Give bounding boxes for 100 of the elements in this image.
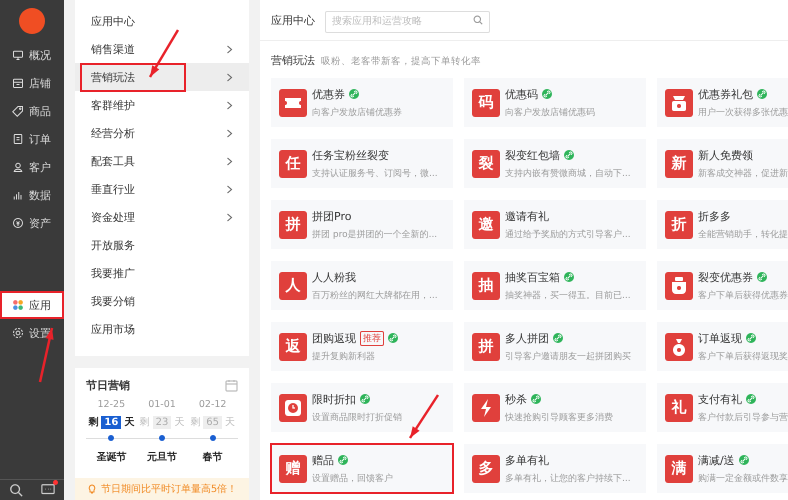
app-name: 秒杀 [505, 392, 527, 406]
app-icon: 人 [279, 272, 307, 300]
app-icon: 拼 [472, 332, 500, 360]
app-card[interactable]: 邀 邀请有礼 通过给予奖励的方式引导客户... [464, 200, 646, 249]
app-description: 设置商品限时打折促销 [312, 412, 402, 424]
app-name: 赠品 [312, 452, 334, 468]
app-description: 新客成交神器，促进新 [698, 168, 788, 180]
app-card[interactable]: 订单返现 客户下单后获得返现奖 [657, 322, 788, 371]
menu-item[interactable]: 配套工具 [75, 147, 249, 175]
app-card[interactable]: 秒杀 快速抢购引导顾客更多消费 [464, 383, 646, 432]
app-card[interactable]: 裂 裂变红包墙 支持内嵌有赞微商城，自动下... [464, 139, 646, 188]
app-icon: 任 [279, 150, 307, 178]
festival-title: 节日营销 [86, 378, 130, 393]
clock-icon [279, 394, 307, 422]
days-left-label: 剩 [88, 416, 98, 429]
app-description: 用户一次获得多张优惠 [698, 106, 788, 118]
annotation-arrow [38, 328, 54, 382]
app-description: 客户下单后获得返现奖 [698, 350, 788, 362]
menu-item[interactable]: 应用市场 [75, 315, 249, 343]
recommend-tag: 推荐 [360, 330, 384, 346]
apps-icon [12, 299, 24, 311]
menu-item[interactable]: 我要分销 [75, 287, 249, 315]
app-name: 人人粉我 [312, 270, 356, 284]
nav-item[interactable]: 订单 [0, 125, 64, 153]
search-field[interactable]: 搜索应用和运营攻略 [325, 10, 490, 32]
app-icon: 抽 [472, 272, 500, 300]
app-card[interactable]: 码 优惠码 向客户发放店铺优惠码 [464, 78, 646, 127]
timeline-dot [108, 435, 114, 441]
app-name: 支付有礼 [698, 392, 742, 406]
tag-icon [12, 105, 24, 117]
monitor-icon [12, 49, 24, 61]
festival-tip: 节日期间比平时订单量高5倍！ [75, 478, 249, 500]
festival-name: 春节 [202, 450, 223, 464]
app-card[interactable]: 返 团购返现 推荐 提升复购新利器 [271, 322, 453, 371]
app-description: 百万粉丝的网红大牌都在用，... [312, 290, 438, 302]
message-icon[interactable] [41, 483, 55, 497]
app-description: 设置赠品，回馈客户 [312, 472, 393, 484]
app-card[interactable]: 满 满减/送 购满一定金额或件数享 [657, 444, 788, 493]
app-card[interactable]: 赠 赠品 设置赠品，回馈客户 [271, 444, 453, 493]
app-name: 多人拼团 [505, 330, 549, 346]
app-icon: 礼 [665, 394, 693, 422]
lightbulb-icon [86, 484, 97, 494]
app-card[interactable]: 新 新人免费领 新客成交神器，促进新 [657, 139, 788, 188]
search-icon[interactable] [9, 483, 23, 497]
days-left-label: 剩 [190, 416, 200, 429]
app-card[interactable]: 人 人人粉我 百万粉丝的网红大牌都在用，... [271, 261, 453, 310]
app-card[interactable]: 抽 抽奖百宝箱 抽奖神器，买一得五。目前已... [464, 261, 646, 310]
section-title: 营销玩法 [271, 53, 315, 68]
menu-item[interactable]: 经营分析 [75, 119, 249, 147]
festival-date: 01-01 [148, 399, 176, 410]
app-name: 裂变红包墙 [505, 148, 560, 162]
menu-item[interactable]: 应用中心 [75, 7, 249, 35]
nav-item[interactable]: 客户 [0, 153, 64, 181]
nav-item[interactable]: 数据 [0, 181, 64, 209]
menu-item[interactable]: 客群维护 [75, 91, 249, 119]
app-card[interactable]: 拼 多人拼团 引导客户邀请朋友一起拼团购买 [464, 322, 646, 371]
app-name: 优惠券礼包 [698, 86, 753, 102]
menu-item[interactable]: 开放服务 [75, 231, 249, 259]
menu-item[interactable]: 垂直行业 [75, 175, 249, 203]
nav-item[interactable]: 资产 [0, 209, 64, 237]
timeline-dot [158, 435, 165, 441]
festival-date: 02-12 [198, 399, 226, 410]
calendar-icon[interactable] [225, 379, 238, 392]
app-description: 支持认证服务号、订阅号，微... [312, 168, 438, 180]
festival-name: 元旦节 [146, 450, 177, 464]
nav-item[interactable]: 店铺 [0, 69, 64, 97]
app-card[interactable]: 优惠券礼包 用户一次获得多张优惠 [657, 78, 788, 127]
app-icon: 满 [665, 454, 693, 482]
section-subtitle: 吸粉、老客带新客，提高下单转化率 [321, 55, 481, 68]
menu-item[interactable]: 营销玩法 [75, 63, 249, 91]
festival-name: 圣诞节 [96, 450, 126, 464]
nav-item[interactable]: 应用 [0, 291, 64, 319]
app-name: 拼团Pro [312, 208, 352, 224]
coin-icon [12, 217, 24, 229]
store-icon [12, 77, 24, 89]
app-card[interactable]: 优惠券 向客户发放店铺优惠券 [271, 78, 453, 127]
app-description: 客户下单后获得优惠券 [698, 290, 788, 302]
app-card[interactable]: 限时折扣 设置商品限时打折促销 [271, 383, 453, 432]
menu-item[interactable]: 我要推广 [75, 259, 249, 287]
app-card[interactable]: 礼 支付有礼 客户付款后引导参与营 [657, 383, 788, 432]
pot-icon [665, 272, 693, 300]
logo[interactable] [19, 8, 45, 34]
app-name: 任务宝粉丝裂变 [312, 148, 389, 162]
days-count: 65 [203, 416, 222, 428]
nav-item[interactable]: 概况 [0, 41, 64, 69]
app-description: 通过给予奖励的方式引导客户... [505, 228, 631, 240]
app-card[interactable]: 多 多单有礼 多单有礼，让您的客户持续下... [464, 444, 646, 493]
app-card[interactable]: 折 折多多 全能营销助手，转化提 [657, 200, 788, 249]
app-icon: 折 [665, 210, 693, 238]
page-title: 应用中心 [271, 12, 315, 28]
app-description: 支持内嵌有赞微商城，自动下... [505, 168, 631, 180]
menu-item[interactable]: 销售渠道 [75, 35, 249, 63]
app-card[interactable]: 裂变优惠券 客户下单后获得优惠券 [657, 261, 788, 310]
app-card[interactable]: 任 任务宝粉丝裂变 支持认证服务号、订阅号，微... [271, 139, 453, 188]
ticket-icon [279, 88, 307, 116]
menu-item[interactable]: 资金处理 [75, 203, 249, 231]
app-card[interactable]: 拼 拼团Pro 拼团 pro是拼团的一个全新的... [271, 200, 453, 249]
nav-item[interactable]: 商品 [0, 97, 64, 125]
app-description: 向客户发放店铺优惠券 [312, 106, 402, 118]
app-description: 全能营销助手，转化提 [698, 228, 788, 240]
